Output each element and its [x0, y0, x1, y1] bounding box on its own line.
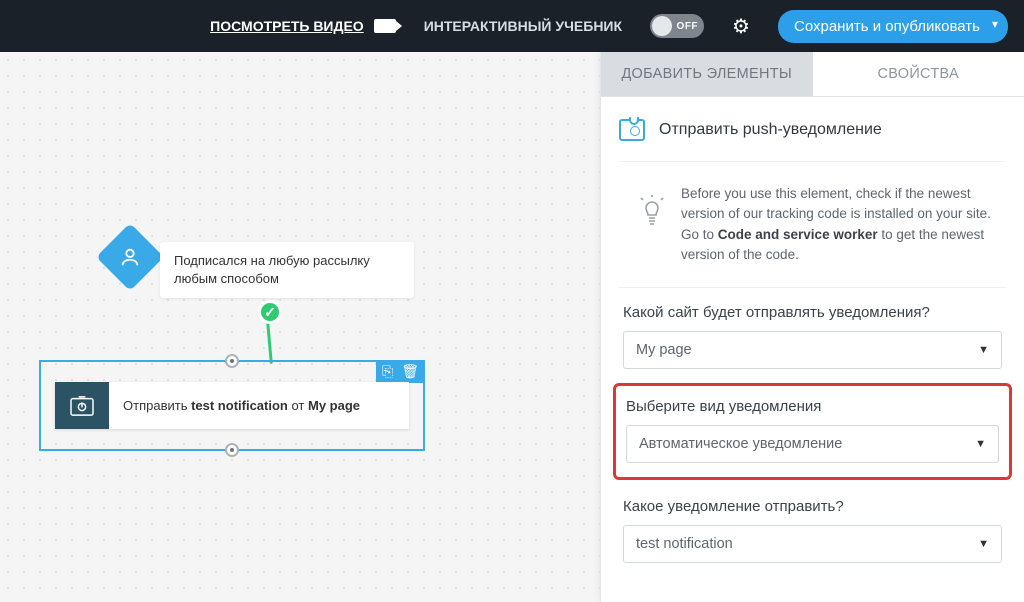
node-port-bottom[interactable] — [225, 443, 239, 457]
checkmark-icon: ✓ — [258, 300, 282, 324]
info-text: Before you use this element, check if th… — [681, 184, 1000, 265]
video-camera-icon — [374, 19, 396, 33]
connector-line — [266, 322, 273, 364]
field-site: Какой сайт будет отправлять уведомления?… — [619, 288, 1006, 377]
node-port-top[interactable] — [225, 354, 239, 368]
tutorial-label: ИНТЕРАКТИВНЫЙ УЧЕБНИК — [424, 18, 622, 34]
info-block: Before you use this element, check if th… — [619, 162, 1006, 288]
site-select[interactable]: My page ▼ — [623, 331, 1002, 369]
site-label: Какой сайт будет отправлять уведомления? — [623, 304, 1002, 321]
duplicate-icon[interactable]: ⎘ — [382, 363, 393, 380]
type-value: Автоматическое уведомление — [639, 436, 842, 452]
site-value: My page — [636, 342, 692, 358]
highlighted-type-section: Выберите вид уведомления Автоматическое … — [613, 383, 1012, 480]
trigger-diamond-icon[interactable] — [96, 223, 164, 291]
save-publish-button[interactable]: Сохранить и опубликовать — [778, 10, 1008, 43]
chevron-down-icon: ▼ — [978, 344, 989, 356]
notif-value: test notification — [636, 536, 733, 552]
push-notification-icon — [55, 382, 109, 429]
chevron-down-icon: ▼ — [975, 438, 986, 450]
type-label: Выберите вид уведомления — [626, 398, 999, 415]
trigger-text: Подписался на любую рассылку любым спосо… — [174, 253, 370, 286]
properties-panel: ДОБАВИТЬ ЭЛЕМЕНТЫ СВОЙСТВА Отправить pus… — [600, 52, 1024, 602]
type-select[interactable]: Автоматическое уведомление ▼ — [626, 425, 999, 463]
watch-video-link[interactable]: ПОСМОТРЕТЬ ВИДЕО — [210, 18, 396, 34]
tab-add-elements[interactable]: ДОБАВИТЬ ЭЛЕМЕНТЫ — [601, 52, 813, 96]
tutorial-toggle[interactable]: OFF — [650, 14, 704, 38]
main-layout: Подписался на любую рассылку любым спосо… — [0, 52, 1024, 602]
panel-title-row: Отправить push-уведомление — [619, 119, 1006, 162]
lightbulb-icon — [639, 184, 665, 265]
panel-title-text: Отправить push-уведомление — [659, 121, 882, 139]
toggle-state: OFF — [677, 21, 699, 32]
action-node[interactable]: Отправить test notification от My page — [55, 382, 409, 429]
action-node-text: Отправить test notification от My page — [109, 382, 409, 429]
delete-icon[interactable]: 🗑 — [401, 363, 419, 380]
panel-body: Отправить push-уведомление Before you us… — [601, 97, 1024, 581]
panel-tabs: ДОБАВИТЬ ЭЛЕМЕНТЫ СВОЙСТВА — [601, 52, 1024, 97]
trigger-node[interactable]: Подписался на любую рассылку любым спосо… — [160, 242, 414, 298]
node-toolbar: ⎘ 🗑 — [376, 360, 425, 383]
chevron-down-icon: ▼ — [978, 538, 989, 550]
toggle-knob — [652, 16, 672, 36]
push-title-icon — [619, 119, 645, 141]
flow-canvas[interactable]: Подписался на любую рассылку любым спосо… — [0, 52, 600, 602]
notif-select[interactable]: test notification ▼ — [623, 525, 1002, 563]
field-notification: Какое уведомление отправить? test notifi… — [619, 482, 1006, 571]
tab-properties[interactable]: СВОЙСТВА — [813, 52, 1024, 96]
selected-node-wrapper: ⎘ 🗑 Отправить test notification от My pa… — [39, 360, 425, 451]
top-bar: ПОСМОТРЕТЬ ВИДЕО ИНТЕРАКТИВНЫЙ УЧЕБНИК O… — [0, 0, 1024, 52]
watch-video-label: ПОСМОТРЕТЬ ВИДЕО — [210, 18, 364, 34]
settings-icon[interactable]: ⚙ — [732, 14, 750, 39]
notif-label: Какое уведомление отправить? — [623, 498, 1002, 515]
